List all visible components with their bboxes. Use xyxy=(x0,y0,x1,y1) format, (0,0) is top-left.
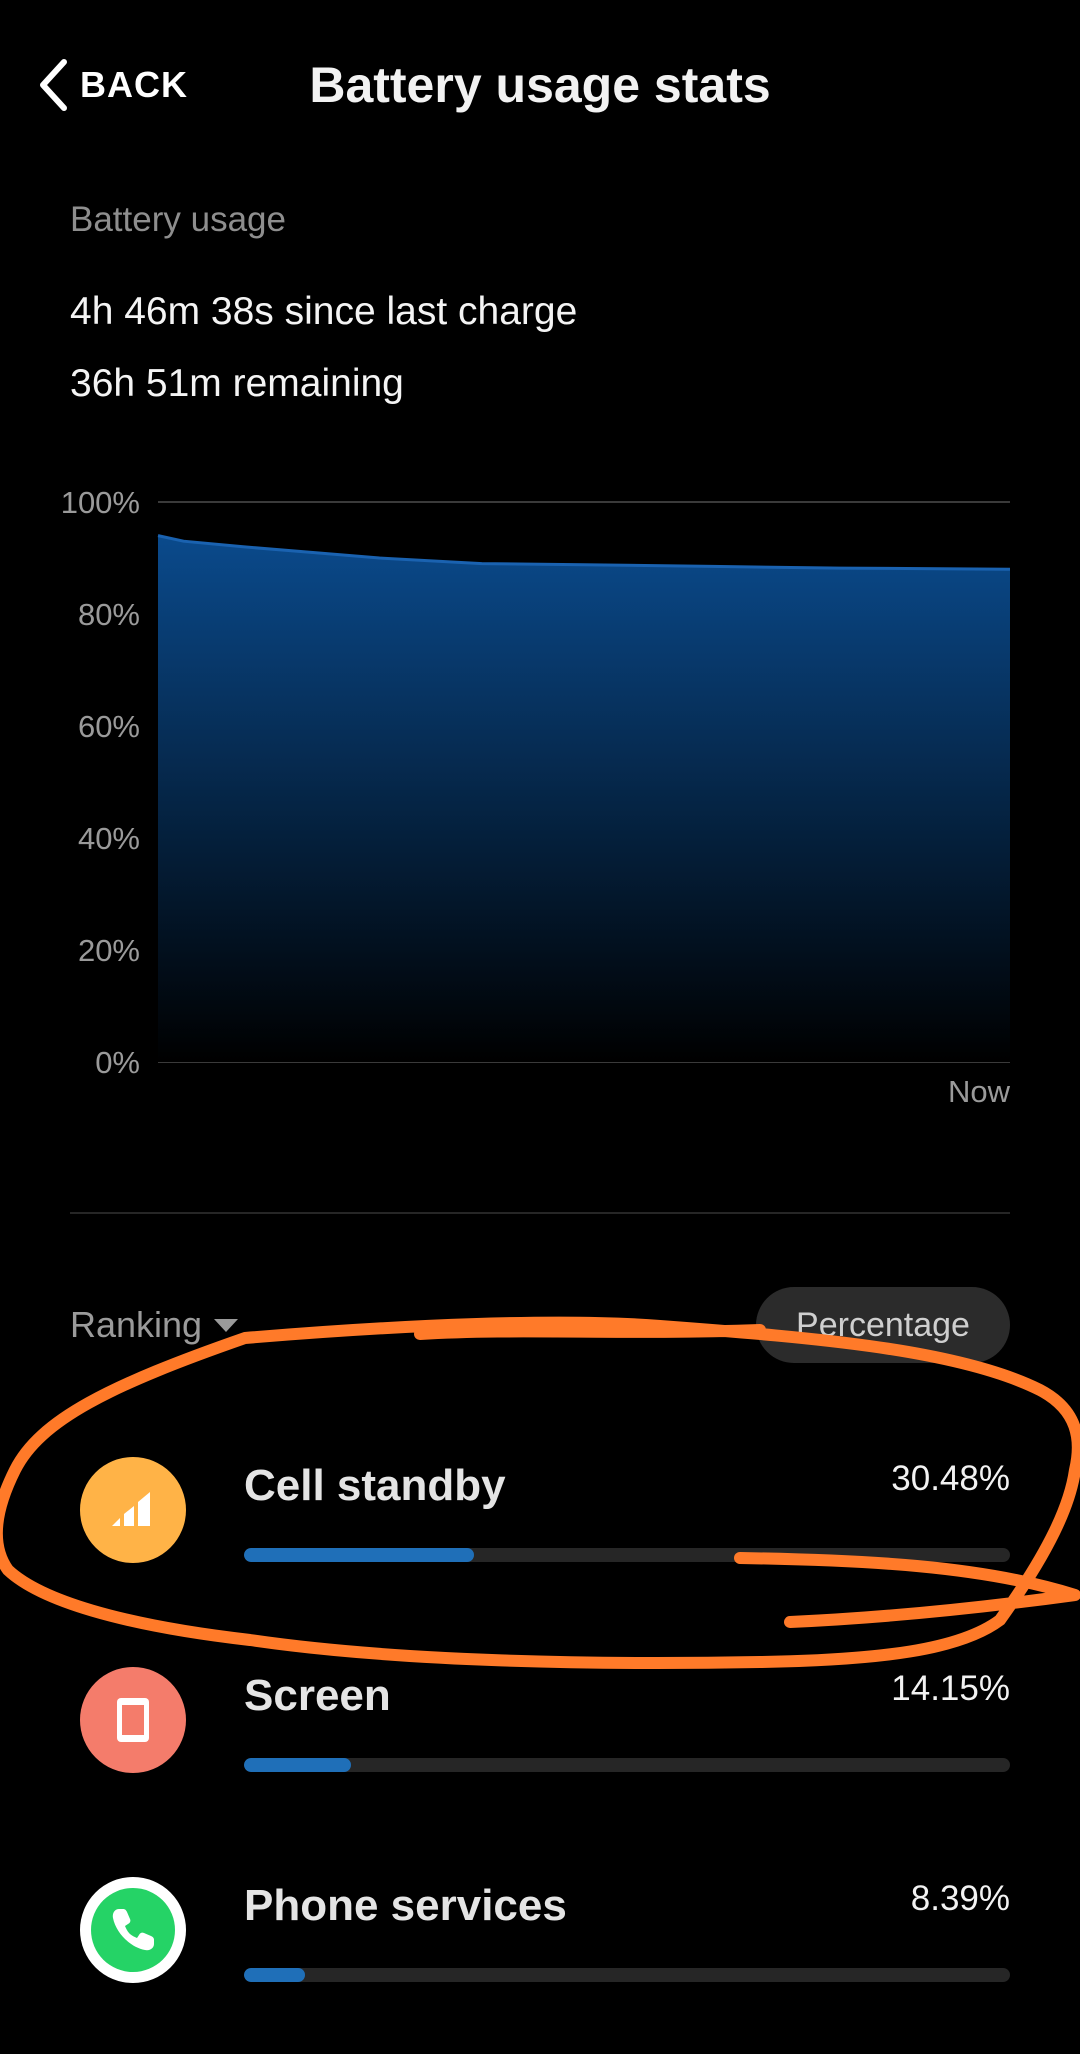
usage-bar xyxy=(244,1968,1010,1982)
app-header: BACK Battery usage stats xyxy=(0,0,1080,175)
since-last-charge-text: 4h 46m 38s since last charge xyxy=(70,290,578,333)
phone-screen-icon xyxy=(80,1667,186,1773)
usage-bar xyxy=(244,1758,1010,1772)
battery-level-area xyxy=(158,535,1010,1062)
percentage-button-label: Percentage xyxy=(796,1305,970,1344)
battery-level-chart: 100% 80% 60% 40% 20% 0% Now xyxy=(61,485,1011,1109)
usage-percent: 8.39% xyxy=(910,1879,1010,1918)
usage-item-phone-services[interactable]: Phone services 8.39% xyxy=(0,1825,1080,2035)
usage-name: Phone services xyxy=(244,1881,567,1930)
ranking-dropdown[interactable]: Ranking xyxy=(70,1304,239,1346)
signal-bars-icon xyxy=(80,1457,186,1563)
usage-name: Screen xyxy=(244,1671,391,1720)
ranking-label: Ranking xyxy=(70,1304,203,1345)
usage-percent: 14.15% xyxy=(891,1669,1010,1708)
x-axis-now-label: Now xyxy=(948,1074,1011,1109)
usage-bar-fill xyxy=(244,1548,474,1562)
phone-handset-icon xyxy=(80,1877,186,1983)
page-title: Battery usage stats xyxy=(0,56,1080,114)
battery-usage-label: Battery usage xyxy=(70,200,286,239)
usage-item-screen[interactable]: Screen 14.15% xyxy=(0,1615,1080,1825)
y-tick-label: 100% xyxy=(61,485,140,520)
caret-down-icon xyxy=(214,1318,239,1332)
page-title-text: Battery usage stats xyxy=(309,57,771,113)
y-tick-label: 60% xyxy=(78,709,140,744)
usage-bar-fill xyxy=(244,1968,306,1982)
y-tick-label: 0% xyxy=(95,1045,140,1080)
usage-item-cell-standby[interactable]: Cell standby 30.48% xyxy=(0,1405,1080,1615)
y-tick-label: 80% xyxy=(78,597,140,632)
y-tick-label: 40% xyxy=(78,821,140,856)
y-tick-label: 20% xyxy=(78,933,140,968)
section-divider xyxy=(70,1212,1010,1214)
usage-name: Cell standby xyxy=(244,1461,506,1510)
remaining-time-text: 36h 51m remaining xyxy=(70,362,404,405)
usage-bar xyxy=(244,1548,1010,1562)
usage-list: Cell standby 30.48% Screen 14.15% Phone … xyxy=(0,1405,1080,2035)
usage-percent: 30.48% xyxy=(891,1459,1010,1498)
percentage-toggle-button[interactable]: Percentage xyxy=(756,1287,1010,1363)
usage-bar-fill xyxy=(244,1758,352,1772)
